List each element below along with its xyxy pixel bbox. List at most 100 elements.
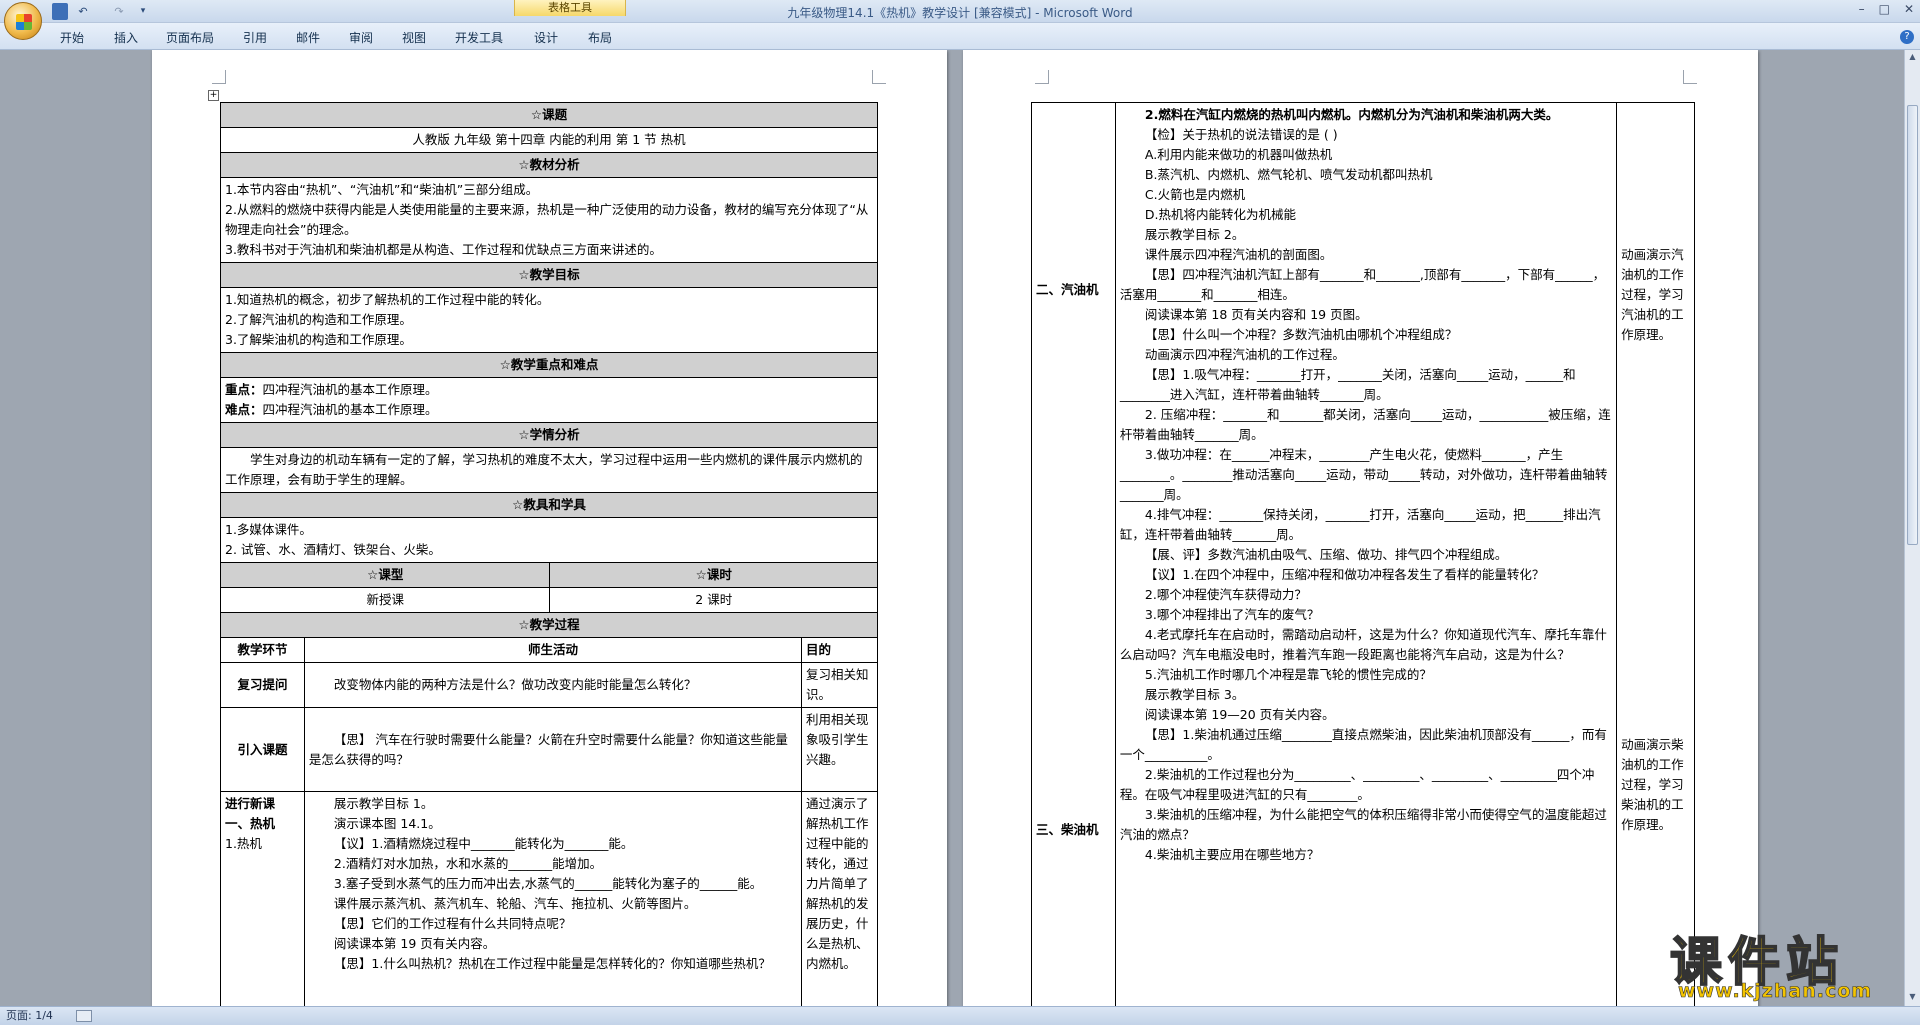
tab-mailings[interactable]: 邮件 <box>296 29 320 46</box>
col-stage-header: 教学环节 <box>220 637 305 663</box>
minimize-button[interactable]: – <box>1859 2 1865 16</box>
activity-line: 【思】四冲程汽油机汽缸上部有_______和_______,顶部有_______… <box>1119 267 1606 302</box>
tab-references[interactable]: 引用 <box>243 29 267 46</box>
activity-line: 阅读课本第 18 页有关内容和 19 页图。 <box>1144 307 1368 322</box>
activity-line: 演示课本图 14.1。 <box>333 816 441 831</box>
purpose-diesel: 动画演示柴油机的工作过程，学习柴油机的工作原理。 <box>1621 737 1684 832</box>
stage-new-lesson: 进行新课 一、热机 1.热机 <box>220 791 305 1006</box>
stage-heat-engine-sub: 1.热机 <box>225 836 262 851</box>
activity-line: 【检】关于热机的说法错误的是 ( ) <box>1144 127 1338 142</box>
key-text: 四冲程汽油机的基本工作原理。 <box>262 382 438 397</box>
tab-page-layout[interactable]: 页面布局 <box>166 29 214 46</box>
lesson-type: 新授课 <box>219 587 551 613</box>
student-heading: ☆学情分析 <box>220 422 878 448</box>
maximize-button[interactable]: □ <box>1879 2 1890 16</box>
activity-line: 课件展示蒸汽机、蒸汽机车、轮船、汽车、拖拉机、火箭等图片。 <box>333 896 697 911</box>
stage-heat-engine: 一、热机 <box>225 816 276 831</box>
key-label: 重点： <box>225 382 263 397</box>
tab-home[interactable]: 开始 <box>60 29 84 46</box>
topic-heading: ☆课题 <box>220 102 878 128</box>
window-controls: – □ ✕ <box>1859 2 1914 16</box>
purpose-gasoline: 动画演示汽油机的工作过程，学习汽油机的工作原理。 <box>1621 247 1684 342</box>
close-button[interactable]: ✕ <box>1904 2 1914 16</box>
crop-mark <box>1035 70 1049 84</box>
stage-gasoline-engine: 二、汽油机 <box>1036 282 1099 297</box>
page-2: 二、汽油机 三、柴油机 2.燃料在汽缸内燃烧的热机叫内燃机。内燃机分为汽油机和柴… <box>963 50 1758 1006</box>
crop-mark <box>212 70 226 84</box>
crop-mark <box>872 70 886 84</box>
difficulty-label: 难点： <box>225 402 263 417</box>
tools-cell: 1.多媒体课件。 2. 试管、水、酒精灯、铁架台、火柴。 <box>220 517 878 563</box>
vertical-scrollbar[interactable]: ▲ ▼ <box>1904 50 1920 1006</box>
tab-developer[interactable]: 开发工具 <box>455 29 503 46</box>
page-count[interactable]: 页面: 1/4 <box>6 1007 53 1025</box>
activity-column: 2.燃料在汽缸内燃烧的热机叫内燃机。内燃机分为汽油机和柴油机两大类。 【检】关于… <box>1114 102 1618 1006</box>
scroll-thumb[interactable] <box>1907 105 1918 545</box>
key-cell: 重点：四冲程汽油机的基本工作原理。 难点：四冲程汽油机的基本工作原理。 <box>220 377 878 423</box>
scroll-down-icon[interactable]: ▼ <box>1907 992 1918 1004</box>
process-heading: ☆教学过程 <box>220 612 878 638</box>
student-text: 学生对身边的机动车辆有一定的了解，学习热机的难度不太大，学习过程中运用一些内燃机… <box>220 447 878 493</box>
activity-line: 2.燃料在汽缸内燃烧的热机叫内燃机。内燃机分为汽油机和柴油机两大类。 <box>1144 107 1559 122</box>
goal-item: 3.了解柴油机的构造和工作原理。 <box>225 332 412 347</box>
activity-line: 3.塞子受到水蒸气的压力而冲出去,水蒸气的______能转化为塞子的______… <box>333 876 763 891</box>
tool-item: 2. 试管、水、酒精灯、铁架台、火柴。 <box>225 542 441 557</box>
status-bar: 页面: 1/4 <box>0 1006 1920 1025</box>
key-heading: ☆教学重点和难点 <box>220 352 878 378</box>
watermark-logo: 课件站 www.kjzhan.com <box>1656 918 1906 1006</box>
analysis-cell: 1.本节内容由“热机”、“汽油机”和“柴油机”三部分组成。 2.从燃料的燃烧中获… <box>220 177 878 263</box>
activity-line: 4.柴油机主要应用在哪些地方？ <box>1144 847 1320 862</box>
tool-item: 1.多媒体课件。 <box>225 522 312 537</box>
tab-layout[interactable]: 布局 <box>588 29 612 46</box>
activity-line: B.蒸汽机、内燃机、燃气轮机、喷气发动机都叫热机 <box>1144 167 1433 182</box>
analysis-heading: ☆教材分析 <box>220 152 878 178</box>
activity-line: 【思】它们的工作过程有什么共同特点呢？ <box>333 916 572 931</box>
activity-line: C.火箭也是内燃机 <box>1144 187 1246 202</box>
proofing-icon[interactable] <box>76 1010 92 1022</box>
tools-heading: ☆教具和学具 <box>220 492 878 518</box>
scroll-up-icon[interactable]: ▲ <box>1907 52 1918 64</box>
activity-intro: 【思】 汽车在行驶时需要什么能量？火箭在升空时需要什么能量？你知道这些能量是怎么… <box>303 707 803 792</box>
purpose-intro: 利用相关现象吸引学生兴趣。 <box>801 707 878 792</box>
stage-new-lesson-title: 进行新课 <box>225 796 276 811</box>
activity-line: 阅读课本第 19 页有关内容。 <box>333 936 496 951</box>
activity-line: 【展、评】多数汽油机由吸气、压缩、做功、排气四个冲程组成。 <box>1144 547 1508 562</box>
activity-line: 【思】1.柴油机通过压缩________直接点燃柴油，因此柴油机顶部没有____… <box>1119 727 1607 762</box>
tab-design[interactable]: 设计 <box>534 29 558 46</box>
activity-line: 【议】1.酒精燃烧过程中_______能转化为_______能。 <box>333 836 634 851</box>
col-activity-header: 师生活动 <box>303 637 803 663</box>
activity-line: 【议】1.在四个冲程中，压缩冲程和做功冲程各发生了看样的能量转化？ <box>1144 567 1545 582</box>
tab-insert[interactable]: 插入 <box>114 29 138 46</box>
tab-view[interactable]: 视图 <box>402 29 426 46</box>
difficulty-text: 四冲程汽油机的基本工作原理。 <box>262 402 438 417</box>
activity-line: 2.哪个冲程使汽车获得动力？ <box>1144 587 1307 602</box>
activity-line: 展示教学目标 1。 <box>333 796 434 811</box>
table-move-handle-icon[interactable]: + <box>208 90 219 101</box>
activity-line: 展示教学目标 2。 <box>1144 227 1245 242</box>
activity-line: D.热机将内能转化为机械能 <box>1144 207 1296 222</box>
goals-cell: 1.知道热机的概念，初步了解热机的工作过程中能的转化。 2.了解汽油机的构造和工… <box>220 287 878 353</box>
watermark-url: www.kjzhan.com <box>1678 980 1873 1003</box>
crop-mark <box>1683 70 1697 84</box>
analysis-item: 1.本节内容由“热机”、“汽油机”和“柴油机”三部分组成。 <box>225 182 539 197</box>
office-button[interactable] <box>4 2 42 40</box>
activity-line: 【思】1.什么叫热机？热机在工作过程中能量是怎样转化的？你知道哪些热机？ <box>333 956 771 971</box>
window-title: 九年级物理14.1《热机》教学设计 [兼容模式] - Microsoft Wor… <box>787 6 1133 20</box>
activity-line: 5.汽油机工作时哪几个冲程是靠飞轮的惯性完成的？ <box>1144 667 1432 682</box>
stage-review: 复习提问 <box>220 662 305 708</box>
activity-line: A.利用内能来做功的机器叫做热机 <box>1144 147 1333 162</box>
purpose-column: 动画演示汽油机的工作过程，学习汽油机的工作原理。 动画演示柴油机的工作过程，学习… <box>1616 102 1695 1006</box>
stage-column: 二、汽油机 三、柴油机 <box>1031 102 1116 1006</box>
activity-line: 展示教学目标 3。 <box>1144 687 1245 702</box>
purpose-review: 复习相关知识。 <box>801 662 878 708</box>
activity-line: 阅读课本第 19—20 页有关内容。 <box>1144 707 1335 722</box>
stage-intro: 引入课题 <box>220 707 305 792</box>
activity-line: 2. 压缩冲程：_______和_______都关闭，活塞向_____运动，__… <box>1119 407 1611 442</box>
activity-line: 【思】1.吸气冲程：_______打开，_______关闭，活塞向_____运动… <box>1119 367 1576 402</box>
lesson-table-continued: 二、汽油机 三、柴油机 2.燃料在汽缸内燃烧的热机叫内燃机。内燃机分为汽油机和柴… <box>1031 102 1695 1006</box>
activity-line: 3.柴油机的压缩冲程，为什么能把空气的体积压缩得非常小而使得空气的温度能超过汽油… <box>1119 807 1607 842</box>
activity-line: 4.老式摩托车在启动时，需踏动启动杆，这是为什么？你知道现代汽车、摩托车靠什么启… <box>1119 627 1607 662</box>
activity-line: 【思】什么叫一个冲程？多数汽油机由哪机个冲程组成？ <box>1144 327 1458 342</box>
tab-review[interactable]: 审阅 <box>349 29 373 46</box>
help-icon[interactable]: ? <box>1900 30 1914 44</box>
